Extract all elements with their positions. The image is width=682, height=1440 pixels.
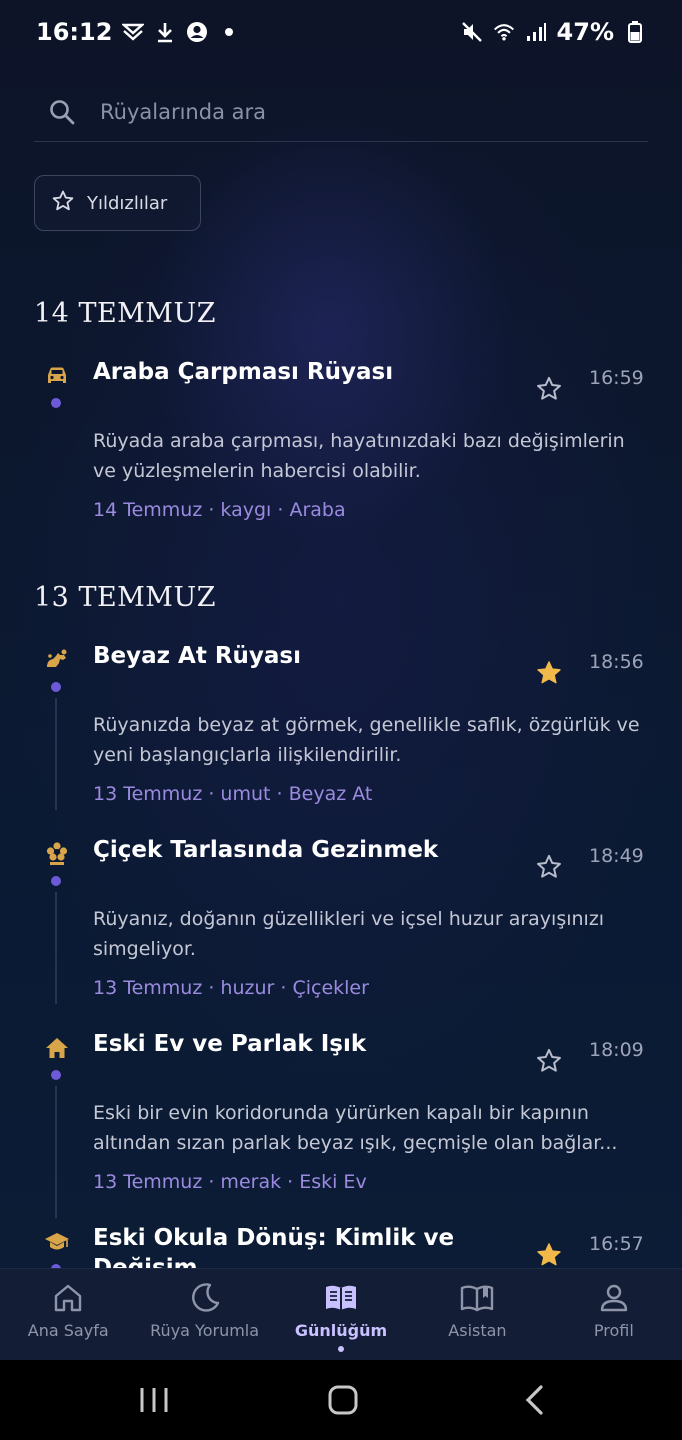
star-outline-icon [51, 189, 75, 218]
dream-entry[interactable]: Çiçek Tarlasında Gezinmek 18:49 Rüyanız,… [0, 833, 682, 1013]
entry-description: Rüyanızda beyaz at görmek, genellikle sa… [93, 714, 640, 766]
star-outline-icon[interactable] [535, 853, 563, 881]
starred-filter-chip[interactable]: Yıldızlılar [34, 175, 201, 231]
dream-entry[interactable]: Eski Okula Dönüş: Kimlik ve Değişim 16:5… [0, 1221, 682, 1268]
status-bar: 16:12 47% [0, 0, 682, 64]
search-icon [48, 98, 76, 126]
entry-description: Rüyanız, doğanın güzellikleri ve içsel h… [93, 908, 605, 960]
signal-icon [525, 21, 547, 43]
entry-meta: 13 Temmuz · merak · Eski Ev [93, 1171, 367, 1193]
mute-icon [461, 21, 483, 43]
entry-time: 18:49 [589, 845, 644, 867]
nav-assistant[interactable]: Asistan [409, 1269, 545, 1360]
bottom-navigation: Ana Sayfa Rüya Yorumla Günlüğüm Asistan … [0, 1268, 682, 1360]
star-outline-icon[interactable] [535, 375, 563, 403]
search-bar[interactable] [34, 82, 648, 142]
car-icon [44, 363, 70, 389]
moon-icon [191, 1283, 219, 1312]
account-icon [186, 21, 208, 43]
entry-title: Araba Çarpması Rüyası [93, 359, 394, 385]
entry-time: 18:09 [589, 1039, 644, 1061]
nav-label: Günlüğüm [294, 1321, 388, 1340]
user-icon [600, 1284, 628, 1312]
entry-time: 18:56 [589, 651, 644, 673]
entry-title: Eski Okula Dönüş: Kimlik ve Değişim [93, 1225, 455, 1268]
download-icon [154, 21, 176, 43]
star-filled-icon[interactable] [535, 659, 563, 687]
home-button-icon[interactable] [323, 1380, 363, 1420]
star-outline-icon[interactable] [535, 1047, 563, 1075]
dream-entry[interactable]: Beyaz At Rüyası 18:56 Rüyanızda beyaz at… [0, 639, 682, 819]
nav-label: Rüya Yorumla [150, 1321, 260, 1340]
status-time: 16:12 [36, 18, 113, 46]
battery-level: 47% [556, 18, 614, 46]
date-header: 13 TEMMUZ [34, 582, 216, 613]
timeline-dot [51, 1070, 61, 1080]
nav-label: Profil [593, 1321, 634, 1340]
mail-icon [122, 21, 145, 43]
entry-title: Beyaz At Rüyası [93, 643, 302, 669]
notification-dot-icon [218, 21, 240, 43]
nav-dream-interpret[interactable]: Rüya Yorumla [136, 1269, 272, 1360]
nav-label: Asistan [448, 1321, 507, 1340]
entry-time: 16:59 [589, 367, 644, 389]
recent-apps-icon[interactable] [134, 1380, 174, 1420]
timeline-dot [51, 876, 61, 886]
open-book-icon [461, 1285, 494, 1312]
star-filled-icon[interactable] [535, 1241, 563, 1268]
timeline-dot [51, 398, 61, 408]
active-indicator [338, 1346, 345, 1352]
nav-label: Ana Sayfa [27, 1321, 109, 1340]
entry-title: Çiçek Tarlasında Gezinmek [93, 837, 439, 863]
wifi-icon [493, 21, 515, 43]
dream-entry[interactable]: Eski Ev ve Parlak Işık 18:09 Eski bir ev… [0, 1027, 682, 1207]
book-icon [326, 1285, 357, 1310]
back-icon[interactable] [515, 1380, 555, 1420]
search-input[interactable] [100, 99, 580, 124]
flower-icon [44, 841, 70, 867]
date-header: 14 TEMMUZ [34, 298, 216, 329]
timeline-dot [51, 682, 61, 692]
entry-meta: 14 Temmuz · kaygı · Araba [93, 499, 346, 521]
entry-time: 16:57 [589, 1233, 644, 1255]
entry-meta: 13 Temmuz · umut · Beyaz At [93, 783, 373, 805]
battery-icon [624, 21, 646, 43]
nav-journal[interactable]: Günlüğüm [273, 1269, 409, 1360]
entry-description: Rüyada araba çarpması, hayatınızdaki baz… [93, 430, 625, 482]
nav-home[interactable]: Ana Sayfa [0, 1269, 136, 1360]
clipped-entry-area: Eski Okula Dönüş: Kimlik ve Değişim 16:5… [0, 1220, 682, 1268]
entry-description: Eski bir evin koridorunda yürürken kapal… [93, 1102, 618, 1154]
nav-profile[interactable]: Profil [546, 1269, 682, 1360]
entry-meta: 13 Temmuz · huzur · Çiçekler [93, 977, 369, 999]
horse-icon [44, 647, 70, 673]
system-navigation-bar [0, 1360, 682, 1440]
starred-filter-label: Yıldızlılar [87, 192, 168, 214]
entry-title: Eski Ev ve Parlak Işık [93, 1031, 367, 1057]
dream-entry[interactable]: Araba Çarpması Rüyası 16:59 Rüyada araba… [0, 355, 682, 535]
home-icon [55, 1284, 82, 1312]
graduation-cap-icon [44, 1229, 70, 1255]
home-icon [44, 1035, 70, 1061]
